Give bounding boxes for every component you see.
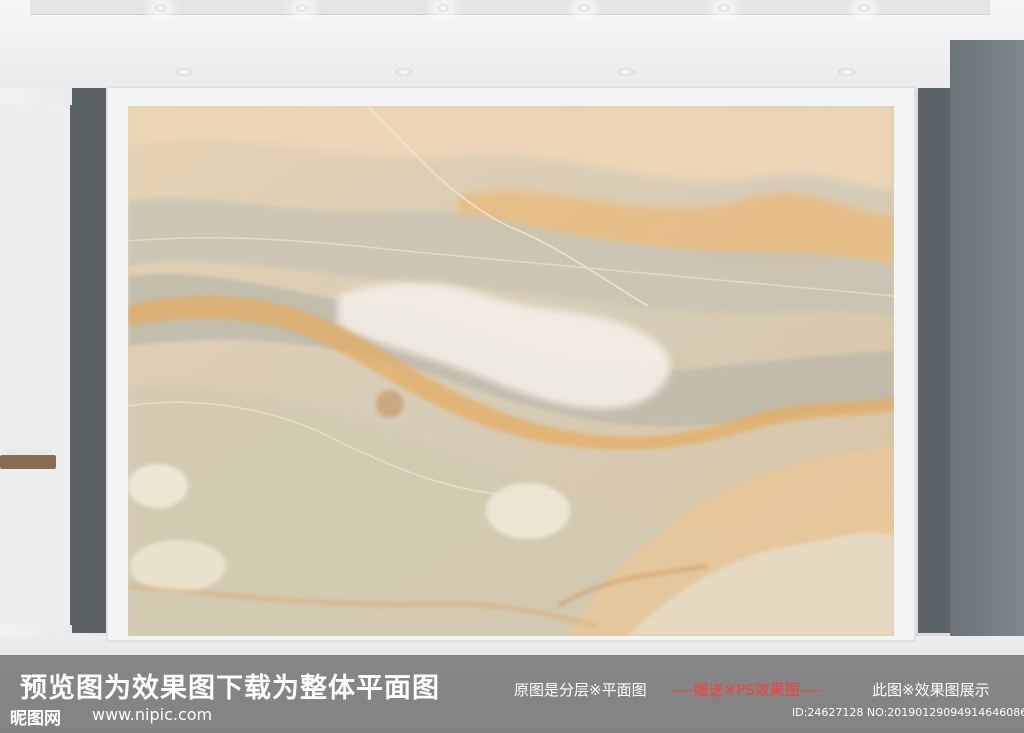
left-wall-panel [72, 88, 108, 633]
ceiling-trim [30, 0, 990, 15]
downlight [617, 68, 635, 76]
watermark-note-right: 此图※效果图展示 [872, 681, 990, 699]
bathroom-doorway [0, 105, 73, 625]
watermark-main-text: 预览图为效果图下载为整体平面图 [20, 673, 440, 704]
marble-mural [128, 106, 894, 636]
spotlight [296, 4, 308, 12]
site-url: www.nipic.com [92, 705, 213, 724]
sink-counter [0, 455, 56, 469]
downlight [395, 68, 413, 76]
spotlight [437, 4, 449, 12]
image-id: ID:24627128 NO:20190129094914646086 [792, 706, 1024, 719]
marble-texture [128, 106, 894, 636]
spotlight [858, 4, 870, 12]
spotlight [155, 4, 167, 12]
spotlight [578, 4, 590, 12]
watermark-note-middle: ----赠送※PS效果图---- [672, 681, 822, 699]
right-wall-panel [918, 88, 950, 633]
ceiling [0, 0, 1024, 90]
spotlight [718, 4, 730, 12]
watermark-note-left: 原图是分层※平面图 [514, 681, 647, 699]
downlight [838, 68, 856, 76]
right-wall [950, 40, 1024, 640]
site-logo: 昵图网 [10, 709, 61, 729]
downlight [175, 68, 193, 76]
